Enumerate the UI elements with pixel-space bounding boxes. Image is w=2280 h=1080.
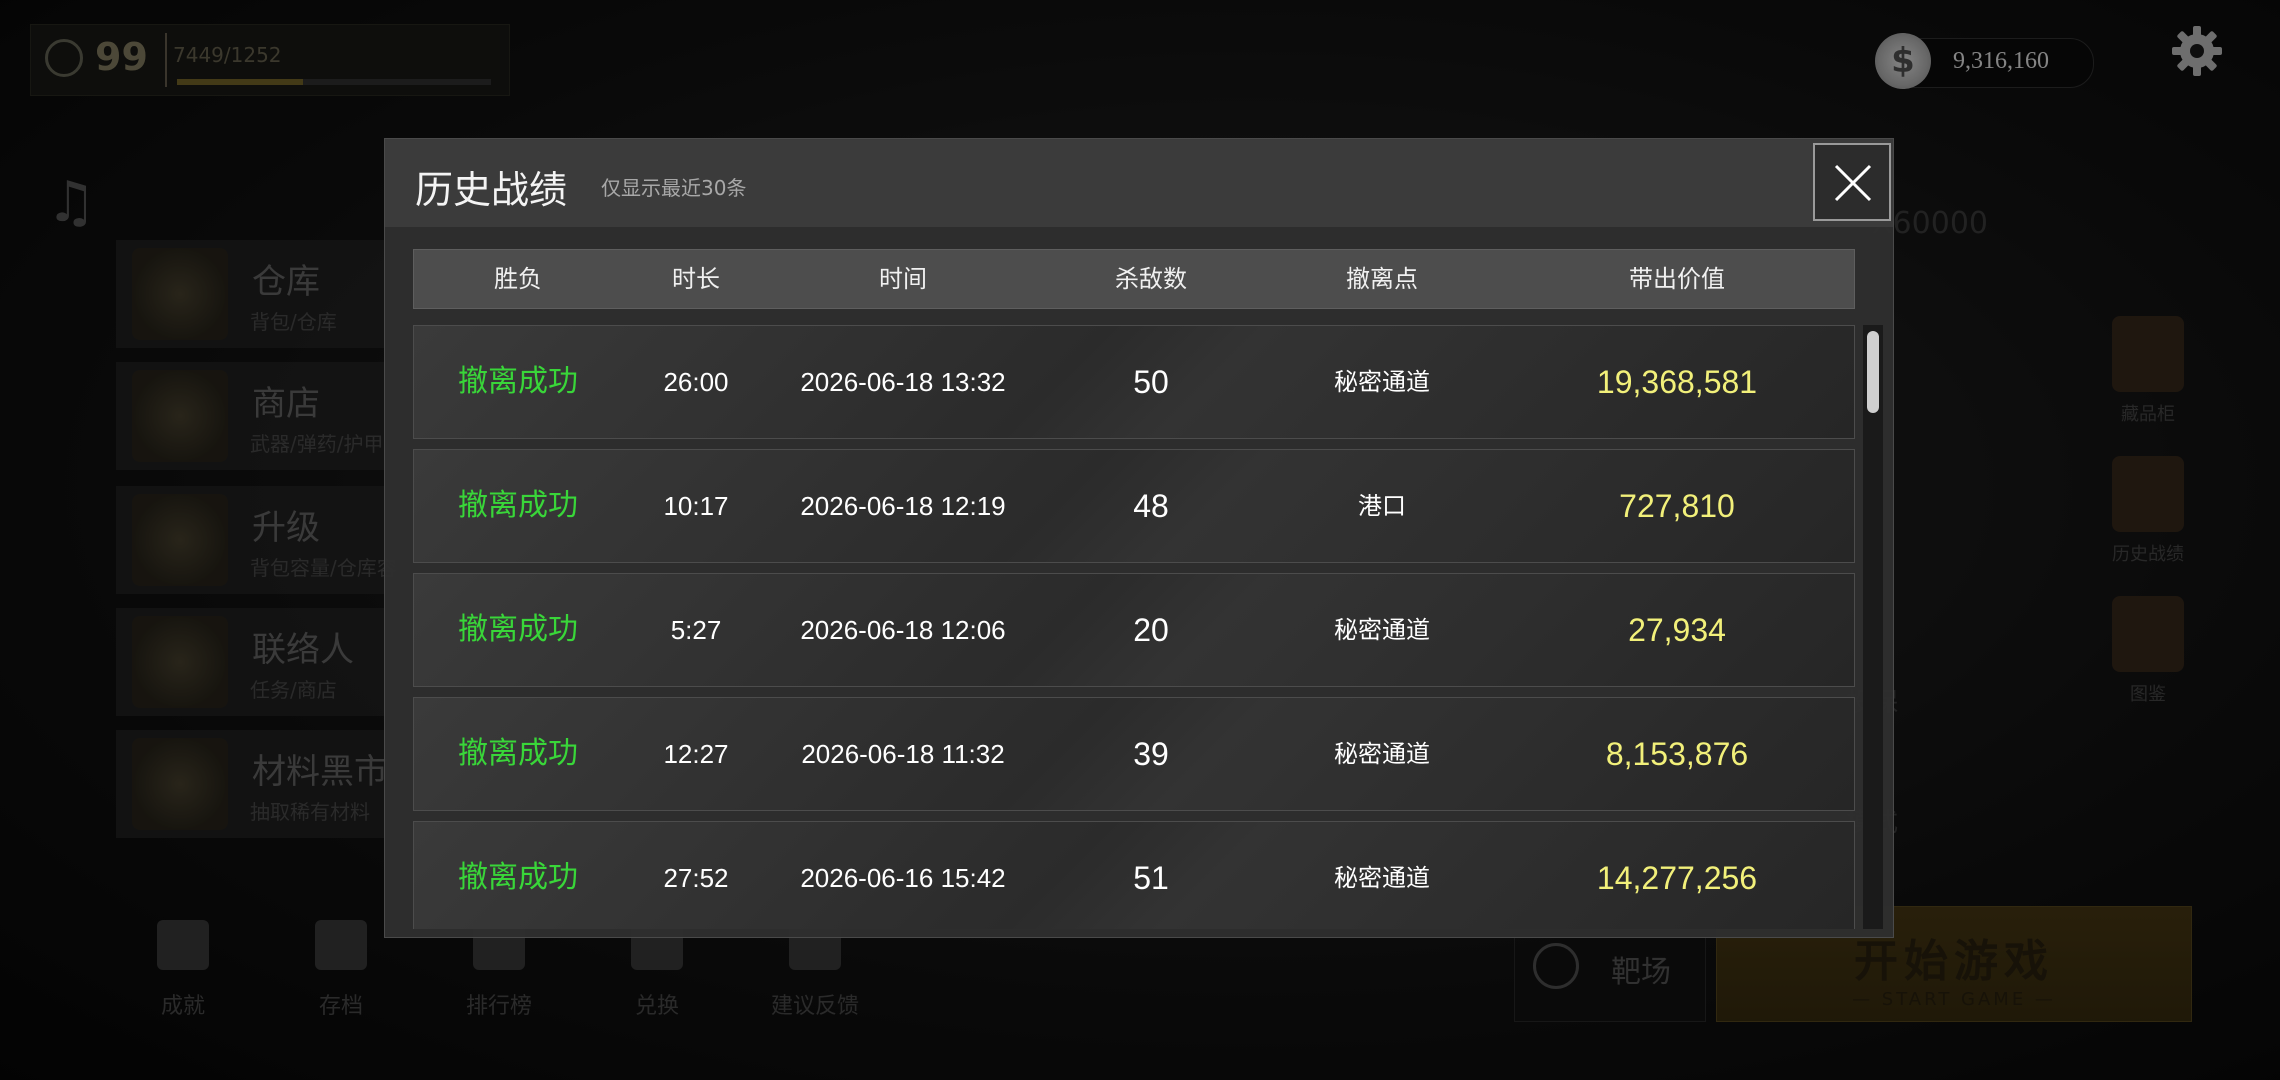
time-cell: 2026-06-18 12:19 xyxy=(800,491,1006,521)
duration-cell: 10:17 xyxy=(663,491,729,521)
modal-subtitle: 仅显示最近30条 xyxy=(601,176,747,200)
result-cell: 撤离成功 xyxy=(458,736,578,771)
time-cell: 2026-06-18 13:32 xyxy=(800,367,1006,397)
value-cell: 8,153,876 xyxy=(1605,736,1749,772)
extraction-point-cell: 港口 xyxy=(1358,492,1406,520)
kills-cell: 51 xyxy=(1133,860,1169,896)
value-cell: 727,810 xyxy=(1619,488,1735,524)
table-header: 胜负 时长 时间 杀敌数 撤离点 带出价值 xyxy=(413,249,1855,309)
history-list[interactable]: 撤离成功 26:00 2026-06-18 13:32 50 秘密通道 19,3… xyxy=(413,325,1855,929)
table-row: 撤离成功 5:27 2026-06-18 12:06 20 秘密通道 27,93… xyxy=(413,573,1855,687)
time-cell: 2026-06-18 11:32 xyxy=(801,739,1005,769)
column-duration: 时长 xyxy=(672,265,720,293)
table-row: 撤离成功 10:17 2026-06-18 12:19 48 港口 727,81… xyxy=(413,449,1855,563)
table-row: 撤离成功 26:00 2026-06-18 13:32 50 秘密通道 19,3… xyxy=(413,325,1855,439)
column-time: 时间 xyxy=(879,265,927,293)
scrollbar-thumb[interactable] xyxy=(1867,331,1879,413)
kills-cell: 50 xyxy=(1133,364,1169,400)
table-row: 撤离成功 27:52 2026-06-16 15:42 51 秘密通道 14,2… xyxy=(413,821,1855,929)
modal-header: 历史战绩 仅显示最近30条 xyxy=(385,139,1893,227)
extraction-point-cell: 秘密通道 xyxy=(1334,740,1430,768)
column-value: 带出价值 xyxy=(1629,265,1725,293)
close-button[interactable] xyxy=(1813,143,1891,221)
time-cell: 2026-06-16 15:42 xyxy=(800,863,1006,893)
column-kills: 杀敌数 xyxy=(1115,265,1187,293)
value-cell: 27,934 xyxy=(1628,612,1726,648)
time-cell: 2026-06-18 12:06 xyxy=(800,615,1006,645)
result-cell: 撤离成功 xyxy=(458,612,578,647)
duration-cell: 26:00 xyxy=(663,367,729,397)
extraction-point-cell: 秘密通道 xyxy=(1334,368,1430,396)
column-result: 胜负 xyxy=(494,265,542,293)
extraction-point-cell: 秘密通道 xyxy=(1334,616,1430,644)
kills-cell: 39 xyxy=(1133,736,1169,772)
kills-cell: 48 xyxy=(1133,488,1169,524)
result-cell: 撤离成功 xyxy=(458,488,578,523)
scrollbar[interactable] xyxy=(1863,325,1883,929)
duration-cell: 27:52 xyxy=(663,863,729,893)
kills-cell: 20 xyxy=(1133,612,1169,648)
result-cell: 撤离成功 xyxy=(458,364,578,399)
value-cell: 19,368,581 xyxy=(1596,364,1758,400)
duration-cell: 12:27 xyxy=(663,739,729,769)
table-row: 撤离成功 12:27 2026-06-18 11:32 39 秘密通道 8,15… xyxy=(413,697,1855,811)
column-extraction-point: 撤离点 xyxy=(1346,265,1418,293)
history-modal: 历史战绩 仅显示最近30条 胜负 时长 时间 杀敌数 撤离点 带出价值 撤离成功… xyxy=(384,138,1894,938)
value-cell: 14,277,256 xyxy=(1596,860,1758,896)
duration-cell: 5:27 xyxy=(670,615,722,645)
close-icon xyxy=(1834,164,1872,202)
modal-title: 历史战绩 xyxy=(415,168,568,212)
extraction-point-cell: 秘密通道 xyxy=(1334,864,1430,892)
result-cell: 撤离成功 xyxy=(458,860,578,895)
